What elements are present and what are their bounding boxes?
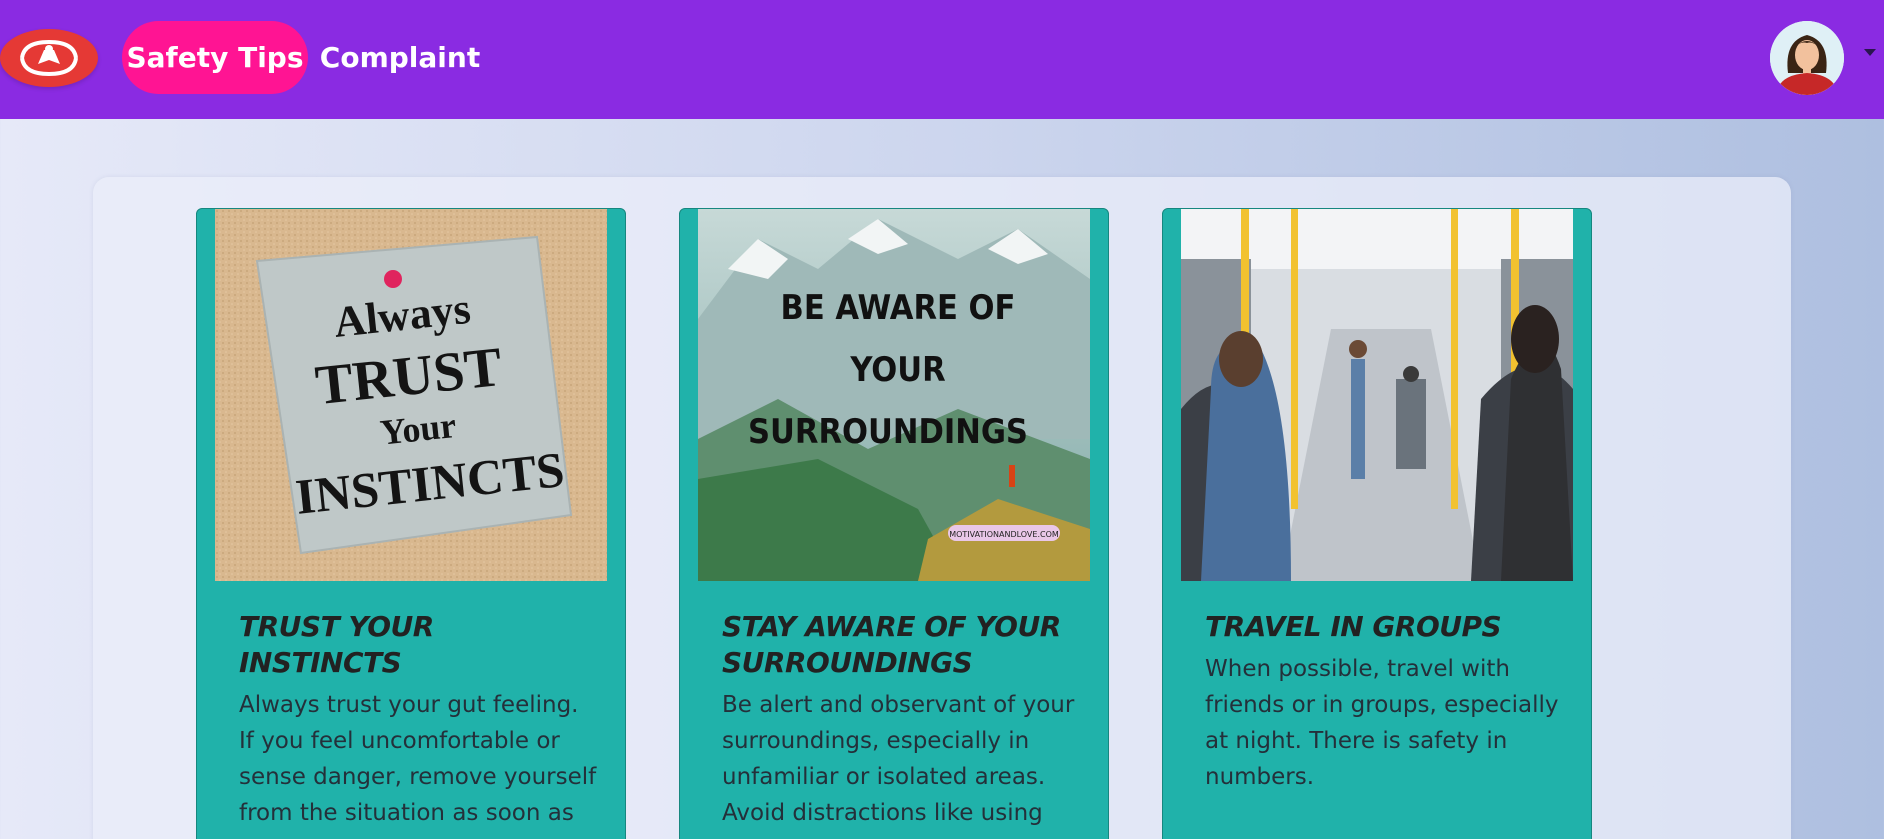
- card-text: Be alert and observant of your surroundi…: [722, 692, 1075, 826]
- navbar: Safety Tips Complaint: [0, 0, 1884, 119]
- shield-logo-icon[interactable]: [0, 29, 98, 87]
- card-text: Always trust your gut feeling. If you fe…: [239, 692, 597, 826]
- card-title: STAY AWARE OF YOUR SURROUNDINGS: [722, 610, 1061, 679]
- card-image-badge: MOTIVATIONANDLOVE.COM: [949, 530, 1059, 539]
- tip-card-travel-groups: TRAVEL IN GROUPS When possible, travel w…: [1162, 208, 1592, 839]
- user-avatar-icon[interactable]: [1770, 21, 1844, 95]
- card-image-line: SURROUNDINGS: [748, 412, 1028, 452]
- tip-card-stay-aware: BE AWARE OF YOUR SURROUNDINGS MOTIVATION…: [679, 208, 1109, 839]
- card-image-stay-aware: BE AWARE OF YOUR SURROUNDINGS MOTIVATION…: [698, 209, 1090, 581]
- card-image-line: BE AWARE OF: [781, 288, 1016, 328]
- card-image-line: YOUR: [849, 350, 945, 390]
- nav-link-complaint[interactable]: Complaint: [320, 21, 480, 94]
- tip-card-trust-instincts: Always TRUST Your INSTINCTS TRUST YOUR I…: [196, 208, 626, 839]
- caret-down-icon[interactable]: [1864, 49, 1876, 56]
- card-image-line: Your: [378, 405, 458, 453]
- card-title: TRUST YOUR INSTINCTS: [239, 610, 434, 679]
- card-title: TRAVEL IN GROUPS: [1205, 610, 1502, 643]
- card-image-trust-instincts: Always TRUST Your INSTINCTS: [215, 209, 607, 581]
- card-text: When possible, travel with friends or in…: [1205, 656, 1559, 790]
- card-image-travel-groups: [1181, 209, 1573, 581]
- nav-link-safety-tips[interactable]: Safety Tips: [122, 21, 308, 94]
